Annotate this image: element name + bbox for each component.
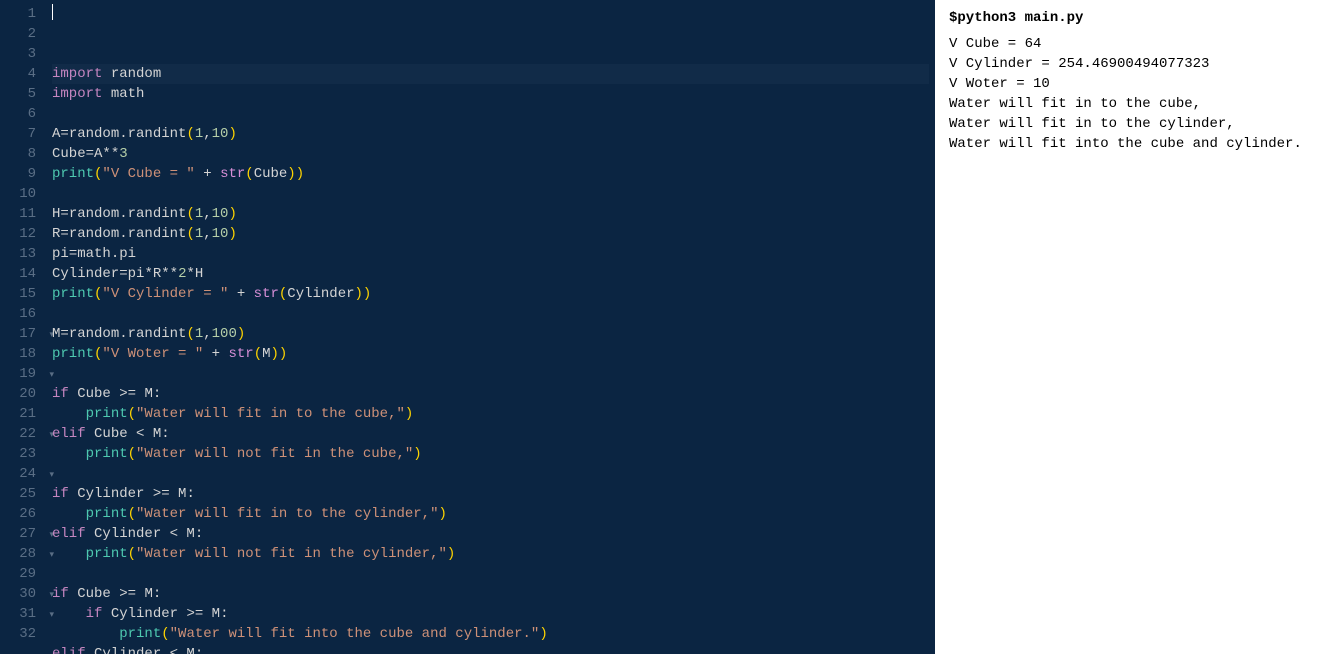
- code-line[interactable]: elif Cylinder < M:: [52, 524, 929, 544]
- code-line[interactable]: R=random.randint(1,10): [52, 224, 929, 244]
- output-line: V Woter = 10: [949, 74, 1329, 94]
- terminal-output[interactable]: $python3 main.py V Cube = 64V Cylinder =…: [935, 0, 1343, 654]
- line-number: 5: [0, 84, 46, 104]
- line-number: 21: [0, 404, 46, 424]
- code-line[interactable]: if Cube >= M:: [52, 584, 929, 604]
- code-line[interactable]: print("Water will not fit in the cylinde…: [52, 544, 929, 564]
- code-line[interactable]: M=random.randint(1,100): [52, 324, 929, 344]
- code-line[interactable]: print("Water will fit in to the cube,"): [52, 404, 929, 424]
- line-number: 18: [0, 344, 46, 364]
- code-line[interactable]: print("V Cube = " + str(Cube)): [52, 164, 929, 184]
- code-line[interactable]: elif Cylinder < M:: [52, 644, 929, 654]
- line-number-gutter: 1234567891011121314151617181920212223242…: [0, 0, 46, 654]
- line-number: 29: [0, 564, 46, 584]
- line-number: 30: [0, 584, 46, 604]
- line-number: 6: [0, 104, 46, 124]
- code-line[interactable]: [52, 364, 929, 384]
- output-line: Water will fit in to the cube,: [949, 94, 1329, 114]
- line-number: 3: [0, 44, 46, 64]
- line-number: 22: [0, 424, 46, 444]
- output-line: Water will fit into the cube and cylinde…: [949, 134, 1329, 154]
- line-number: 13: [0, 244, 46, 264]
- code-line[interactable]: Cube=A**3: [52, 144, 929, 164]
- code-line[interactable]: import math: [52, 84, 929, 104]
- terminal-command: $python3 main.py: [949, 8, 1329, 28]
- line-number: 8: [0, 144, 46, 164]
- line-number: 16: [0, 304, 46, 324]
- output-line: V Cylinder = 254.46900494077323: [949, 54, 1329, 74]
- code-line[interactable]: print("V Woter = " + str(M)): [52, 344, 929, 364]
- line-number: 7: [0, 124, 46, 144]
- line-number: 24: [0, 464, 46, 484]
- code-line[interactable]: print("Water will not fit in the cube,"): [52, 444, 929, 464]
- text-cursor: [52, 4, 53, 20]
- code-line[interactable]: [52, 304, 929, 324]
- code-editor[interactable]: 1234567891011121314151617181920212223242…: [0, 0, 935, 654]
- line-number: 23: [0, 444, 46, 464]
- line-number: 28: [0, 544, 46, 564]
- code-line[interactable]: if Cube >= M:: [52, 384, 929, 404]
- code-line[interactable]: elif Cube < M:: [52, 424, 929, 444]
- code-line[interactable]: pi=math.pi: [52, 244, 929, 264]
- code-line[interactable]: if Cylinder >= M:: [52, 484, 929, 504]
- code-line[interactable]: print("Water will fit into the cube and …: [52, 624, 929, 644]
- output-line: V Cube = 64: [949, 34, 1329, 54]
- code-line[interactable]: H=random.randint(1,10): [52, 204, 929, 224]
- code-line[interactable]: [52, 464, 929, 484]
- line-number: 26: [0, 504, 46, 524]
- code-area[interactable]: import randomimport math A=random.randint…: [46, 0, 929, 654]
- line-number: 2: [0, 24, 46, 44]
- code-line[interactable]: Cylinder=pi*R**2*H: [52, 264, 929, 284]
- terminal-lines: V Cube = 64V Cylinder = 254.469004940773…: [949, 34, 1329, 154]
- line-number: 12: [0, 224, 46, 244]
- code-line[interactable]: if Cylinder >= M:: [52, 604, 929, 624]
- code-line[interactable]: A=random.randint(1,10): [52, 124, 929, 144]
- line-number: 9: [0, 164, 46, 184]
- code-line[interactable]: print("V Cylinder = " + str(Cylinder)): [52, 284, 929, 304]
- line-number: 1: [0, 4, 46, 24]
- code-line[interactable]: print("Water will fit in to the cylinder…: [52, 504, 929, 524]
- line-number: 20: [0, 384, 46, 404]
- code-line[interactable]: [52, 564, 929, 584]
- line-number: 4: [0, 64, 46, 84]
- line-number: 27: [0, 524, 46, 544]
- line-number: 25: [0, 484, 46, 504]
- line-number: 10: [0, 184, 46, 204]
- line-number: 32: [0, 624, 46, 644]
- line-number: 15: [0, 284, 46, 304]
- code-line[interactable]: import random: [52, 64, 929, 84]
- output-line: Water will fit in to the cylinder,: [949, 114, 1329, 134]
- line-number: 31: [0, 604, 46, 624]
- line-number: 14: [0, 264, 46, 284]
- line-number: 11: [0, 204, 46, 224]
- line-number: 17: [0, 324, 46, 344]
- code-line[interactable]: [52, 104, 929, 124]
- line-number: 19: [0, 364, 46, 384]
- code-line[interactable]: [52, 184, 929, 204]
